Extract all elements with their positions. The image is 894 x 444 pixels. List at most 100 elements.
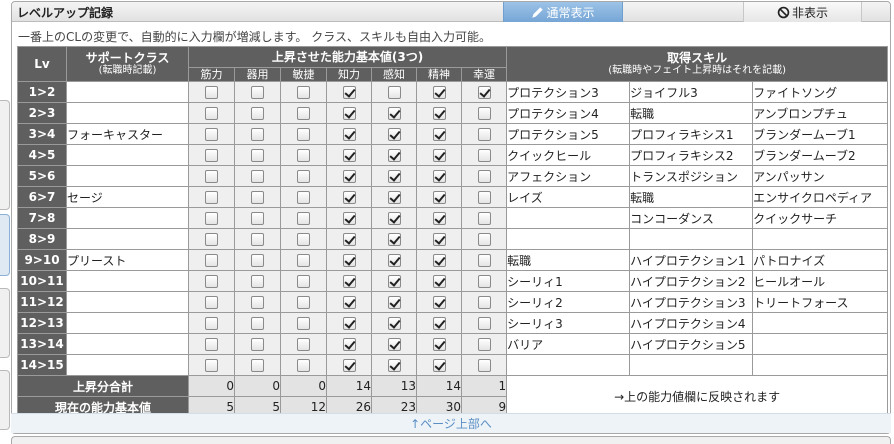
ability-checkbox[interactable] <box>205 338 218 351</box>
ability-checkbox[interactable] <box>205 128 218 141</box>
back-to-top-link[interactable]: ↑ページ上部へ <box>11 413 891 433</box>
ability-checkbox[interactable] <box>387 338 401 351</box>
ability-checkbox[interactable] <box>432 149 446 162</box>
ability-checkbox[interactable] <box>297 86 310 99</box>
skill-input[interactable]: 転職 <box>629 186 754 208</box>
ability-checkbox[interactable] <box>297 128 310 141</box>
skill-input[interactable]: レイズ <box>506 186 631 208</box>
skill-input[interactable]: バリア <box>506 333 631 355</box>
skill-input[interactable] <box>506 228 631 250</box>
skill-input[interactable] <box>506 207 631 229</box>
ability-checkbox[interactable] <box>342 107 356 120</box>
ability-checkbox[interactable] <box>387 107 401 120</box>
side-tab[interactable] <box>0 370 10 430</box>
skill-input[interactable]: クイックサーチ <box>752 207 889 229</box>
ability-checkbox[interactable] <box>297 359 310 372</box>
ability-checkbox[interactable] <box>205 275 218 288</box>
ability-checkbox[interactable] <box>342 296 356 309</box>
ability-checkbox[interactable] <box>432 338 446 351</box>
ability-checkbox[interactable] <box>432 191 446 204</box>
skill-input[interactable]: ハイプロテクション2 <box>629 270 754 292</box>
skill-input[interactable]: アンブロンプチュ <box>752 102 889 124</box>
skill-input[interactable] <box>752 312 889 334</box>
ability-checkbox[interactable] <box>342 275 356 288</box>
ability-checkbox[interactable] <box>205 149 218 162</box>
skill-input[interactable]: エンサイクロペディア <box>752 186 889 208</box>
ability-checkbox[interactable] <box>342 86 356 99</box>
ability-checkbox[interactable] <box>205 359 218 372</box>
skill-input[interactable]: ハイプロテクション1 <box>629 249 754 271</box>
skill-input[interactable]: シーリィ2 <box>506 291 631 313</box>
skill-input[interactable]: 転職 <box>506 249 631 271</box>
ability-checkbox[interactable] <box>297 296 310 309</box>
ability-checkbox[interactable] <box>342 338 356 351</box>
ability-checkbox[interactable] <box>251 86 264 99</box>
ability-checkbox[interactable] <box>342 212 356 225</box>
ability-checkbox[interactable] <box>205 212 218 225</box>
ability-checkbox[interactable] <box>387 254 401 267</box>
ability-checkbox[interactable] <box>297 275 310 288</box>
skill-input[interactable] <box>506 354 631 376</box>
support-class-input[interactable] <box>66 144 189 166</box>
skill-input[interactable] <box>752 354 889 376</box>
ability-checkbox[interactable] <box>205 86 218 99</box>
skill-input[interactable] <box>629 228 754 250</box>
ability-checkbox[interactable] <box>297 212 310 225</box>
skill-input[interactable]: アフェクション <box>506 165 631 187</box>
ability-checkbox[interactable] <box>251 128 264 141</box>
ability-checkbox[interactable] <box>387 149 401 162</box>
support-class-input[interactable] <box>66 102 189 124</box>
skill-input[interactable]: シーリィ1 <box>506 270 631 292</box>
skill-input[interactable]: クイックヒール <box>506 144 631 166</box>
normal-view-button[interactable]: 通常表示 <box>503 2 623 22</box>
support-class-input[interactable] <box>66 354 189 376</box>
ability-checkbox[interactable] <box>477 212 491 225</box>
skill-input[interactable]: ジョイフル3 <box>629 81 754 103</box>
ability-checkbox[interactable] <box>251 359 264 372</box>
ability-checkbox[interactable] <box>432 359 446 372</box>
support-class-input[interactable] <box>66 228 189 250</box>
skill-input[interactable] <box>752 228 889 250</box>
skill-input[interactable]: プロフィラキシス1 <box>629 123 754 145</box>
ability-checkbox[interactable] <box>432 107 446 120</box>
ability-checkbox[interactable] <box>251 296 264 309</box>
ability-checkbox[interactable] <box>387 191 401 204</box>
support-class-input[interactable]: プリースト <box>66 249 189 271</box>
ability-checkbox[interactable] <box>432 254 446 267</box>
ability-checkbox[interactable] <box>297 191 310 204</box>
support-class-input[interactable] <box>66 312 189 334</box>
ability-checkbox[interactable] <box>387 359 401 372</box>
ability-checkbox[interactable] <box>251 212 264 225</box>
support-class-input[interactable] <box>66 291 189 313</box>
ability-checkbox[interactable] <box>251 317 264 330</box>
ability-checkbox[interactable] <box>342 128 356 141</box>
ability-checkbox[interactable] <box>432 296 446 309</box>
skill-input[interactable] <box>752 333 889 355</box>
ability-checkbox[interactable] <box>477 296 491 309</box>
skill-input[interactable]: ハイプロテクション4 <box>629 312 754 334</box>
ability-checkbox[interactable] <box>205 170 218 183</box>
skill-input[interactable]: トリートフォース <box>752 291 889 313</box>
side-tab-active[interactable] <box>0 214 10 276</box>
ability-checkbox[interactable] <box>251 275 264 288</box>
ability-checkbox[interactable] <box>477 128 491 141</box>
skill-input[interactable]: ファイトソング <box>752 81 889 103</box>
side-tab[interactable] <box>0 288 10 358</box>
skill-input[interactable]: シーリィ3 <box>506 312 631 334</box>
skill-input[interactable] <box>629 354 754 376</box>
skill-input[interactable]: ヒールオール <box>752 270 889 292</box>
ability-checkbox[interactable] <box>477 359 491 372</box>
ability-checkbox[interactable] <box>432 233 446 246</box>
hide-button[interactable]: 非表示 <box>743 2 862 22</box>
skill-input[interactable]: ブランダームーブ1 <box>752 123 889 145</box>
ability-checkbox[interactable] <box>251 170 264 183</box>
support-class-input[interactable] <box>66 165 189 187</box>
ability-checkbox[interactable] <box>205 296 218 309</box>
ability-checkbox[interactable] <box>342 170 356 183</box>
ability-checkbox[interactable] <box>387 296 401 309</box>
skill-input[interactable]: コンコーダンス <box>629 207 754 229</box>
ability-checkbox[interactable] <box>432 212 446 225</box>
ability-checkbox[interactable] <box>387 212 401 225</box>
ability-checkbox[interactable] <box>387 275 401 288</box>
ability-checkbox[interactable] <box>251 233 264 246</box>
